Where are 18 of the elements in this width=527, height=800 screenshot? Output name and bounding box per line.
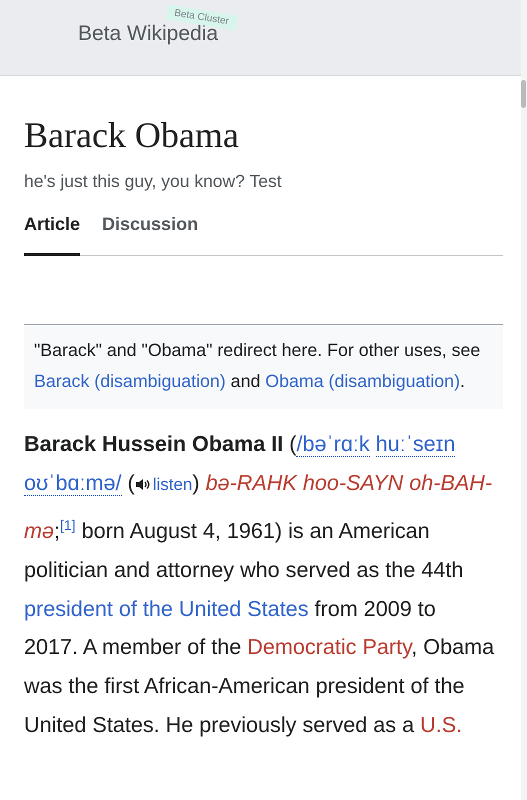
reference-link[interactable]: [1] — [60, 516, 76, 533]
link[interactable]: Barack (disambiguation) — [34, 371, 226, 392]
page-tagline: he's just this guy, you know? Test — [24, 171, 283, 192]
listen-link[interactable]: listen — [152, 474, 192, 494]
pronunciation-link[interactable]: oʊˈbɑːmə/ — [24, 470, 122, 496]
speaker-icon[interactable] — [134, 478, 150, 491]
link[interactable]: Obama (disambiguation) — [265, 371, 460, 392]
page-tab[interactable]: Article — [24, 214, 80, 256]
page-title: Barack Obama — [24, 114, 240, 157]
page-tab[interactable]: Discussion — [102, 214, 198, 256]
article-paragraph: Barack Hussein Obama II (/bəˈrɑːk huːˈseɪn oʊˈbɑːmə/ ( listen) bə-RAHK hoo-SAYN oh-BAH-mə;$^{[1]}$ born August 4, 1961) is an American politician and attorney who served as the 44th president of the United States from 2009 to 2017. A member of the Democratic Party, Obama was the first African-American president of the United States. He previously served as a U.S. — [24, 430, 496, 739]
scrollbar-thumb[interactable] — [521, 80, 526, 108]
link[interactable]: U.S. — [420, 712, 462, 737]
link[interactable]: president of the United States — [24, 596, 308, 621]
pronunciation-link[interactable]: /bəˈrɑːk — [296, 431, 370, 458]
hatnote: "Barack" and "Obama" redirect here. For other uses, see Barack (disambiguation) and Obama (disambiguation). — [24, 324, 503, 410]
link[interactable]: Democratic Party — [247, 634, 412, 660]
pronunciation-link[interactable]: huːˈseɪn — [376, 431, 456, 458]
